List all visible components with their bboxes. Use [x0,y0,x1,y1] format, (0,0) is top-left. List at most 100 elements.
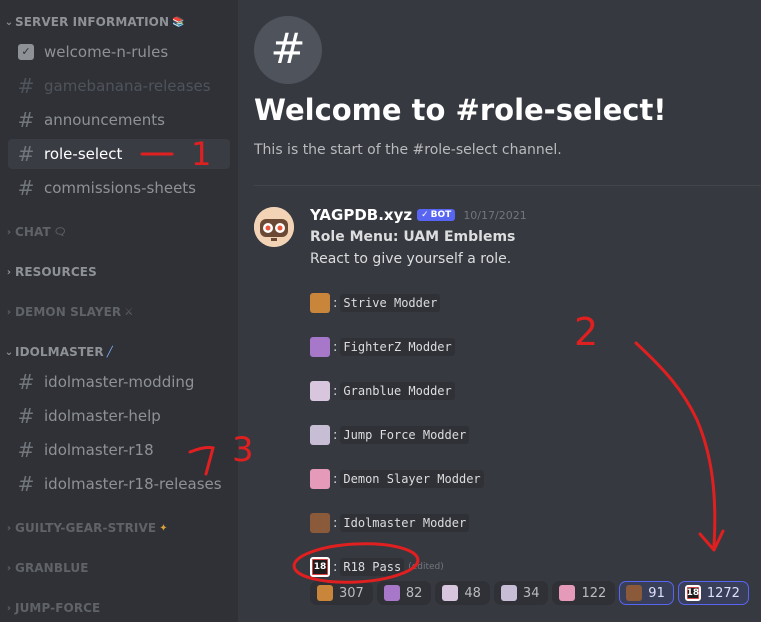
reaction-strive[interactable]: 307 [310,581,373,605]
reaction-bar: 307 82 48 34 122 91 18 1272 [310,581,753,605]
author-name[interactable]: YAGPDB.xyz [310,206,412,224]
reaction-count: 34 [522,585,540,601]
jumpforce-emoji-icon [500,585,517,601]
channel-idolmaster-help[interactable]: # idolmaster-help [8,401,230,431]
separator: : [333,339,338,355]
role-line: 18 : R18 Pass (edited) [310,556,444,578]
separator: : [333,295,338,311]
separator: : [333,383,338,399]
reaction-demonslayer[interactable]: 122 [552,581,616,605]
role-name: R18 Pass [340,558,405,576]
verified-check-icon: ✓ [421,210,429,220]
channel-idolmaster-r18[interactable]: # idolmaster-r18 [8,435,230,465]
channel-idolmaster-modding[interactable]: # idolmaster-modding [8,367,230,397]
demonslayer-emoji-icon [559,585,576,601]
category-resources[interactable]: › RESOURCES [4,264,97,280]
chevron-right-icon: › [6,522,12,534]
channel-commissions-sheets[interactable]: # commissions-sheets [8,173,230,203]
message-timestamp[interactable]: 10/17/2021 [463,209,526,222]
hash-icon: # [17,108,35,132]
r18-emoji-icon: 18 [310,557,330,577]
speech-emoji-icon: 🗨 [53,226,67,238]
channel-label: role-select [44,145,123,163]
bot-tag: ✓ BOT [417,209,456,221]
separator: : [333,427,338,443]
role-line: : Granblue Modder [310,380,455,402]
channel-announcements[interactable]: # announcements [8,105,230,135]
category-label: GRANBLUE [15,561,89,575]
category-label: RESOURCES [15,265,97,279]
category-granblue[interactable]: › GRANBLUE [4,560,89,576]
role-name: Demon Slayer Modder [340,470,484,488]
bot-tag-label: BOT [430,210,452,220]
channel-sidebar: ⌄ SERVER INFORMATION 📚 ✓ welcome-n-rules… [0,0,238,622]
role-name: Granblue Modder [340,382,455,400]
channel-welcome-n-rules[interactable]: ✓ welcome-n-rules [8,37,230,67]
reaction-count: 1272 [706,585,740,601]
category-label: JUMP-FORCE [15,601,101,615]
hash-icon: # [17,74,35,98]
reaction-granblue[interactable]: 48 [435,581,490,605]
books-emoji-icon: 📚 [172,16,185,28]
channel-label: commissions-sheets [44,179,196,197]
channel-gamebanana-releases[interactable]: # gamebanana-releases [8,71,230,101]
hash-icon: # [17,176,35,200]
channel-label: announcements [44,111,165,129]
channel-label: idolmaster-r18-releases [44,475,222,493]
reaction-idolmaster[interactable]: 91 [619,581,674,605]
category-label: GUILTY-GEAR-STRIVE [15,521,157,535]
nsfw-hash-icon: # [17,438,35,462]
category-demon-slayer[interactable]: › DEMON SLAYER ⚔ [4,304,133,320]
idolmaster-emoji-icon [626,585,643,601]
channel-label: gamebanana-releases [44,77,211,95]
channel-hash-icon: # [254,16,322,84]
channel-start-text: This is the start of the #role-select ch… [254,142,562,158]
edited-marker: (edited) [408,562,444,572]
chevron-right-icon: › [6,602,12,614]
category-jump-force[interactable]: › JUMP-FORCE [4,600,100,616]
category-chat[interactable]: › CHAT 🗨 [4,224,67,240]
chevron-right-icon: › [6,266,12,278]
category-server-information[interactable]: ⌄ SERVER INFORMATION 📚 [4,14,185,30]
reaction-jumpforce[interactable]: 34 [493,581,549,605]
bot-avatar[interactable] [254,207,294,247]
role-menu-subtitle: React to give yourself a role. [310,251,512,267]
role-line: : Idolmaster Modder [310,512,470,534]
swords-emoji-icon: ⚔ [124,306,134,318]
r18-emoji-icon: 18 [684,585,701,601]
channel-idolmaster-r18-releases[interactable]: # idolmaster-r18-releases [8,469,230,499]
granblue-emoji-icon [442,585,459,601]
chevron-right-icon: › [6,306,12,318]
reaction-count: 307 [339,585,364,601]
role-line: : Strive Modder [310,292,441,314]
role-line: : FighterZ Modder [310,336,455,358]
rules-icon: ✓ [18,44,34,60]
strive-emoji-icon [310,293,330,313]
chevron-down-icon: ⌄ [4,16,14,28]
reaction-r18[interactable]: 18 1272 [677,581,749,605]
separator: : [333,471,338,487]
role-menu-title: Role Menu: UAM Emblems [310,229,516,245]
reaction-fighterz[interactable]: 82 [376,581,432,605]
fighterz-emoji-icon [383,585,400,601]
separator: : [333,515,338,531]
glowstick-emoji-icon: ╱ [106,346,113,358]
character-emoji-icon: ✦ [159,522,168,534]
role-name: Idolmaster Modder [340,514,470,532]
role-line: : Jump Force Modder [310,424,470,446]
channel-label: idolmaster-r18 [44,441,154,459]
reaction-count: 48 [464,585,481,601]
hash-icon: # [17,370,35,394]
strive-emoji-icon [317,585,333,601]
channel-role-select[interactable]: # role-select [8,139,230,169]
role-name: Jump Force Modder [340,426,470,444]
discord-window: ⌄ SERVER INFORMATION 📚 ✓ welcome-n-rules… [0,0,761,622]
chevron-right-icon: › [6,226,12,238]
hash-icon: # [17,142,35,166]
category-idolmaster[interactable]: ⌄ IDOLMASTER ╱ [4,344,113,360]
category-label: SERVER INFORMATION [15,15,170,29]
reaction-count: 82 [405,585,423,601]
divider [254,185,761,186]
category-guilty-gear-strive[interactable]: › GUILTY-GEAR-STRIVE ✦ [4,520,168,536]
reaction-count: 91 [648,585,665,601]
